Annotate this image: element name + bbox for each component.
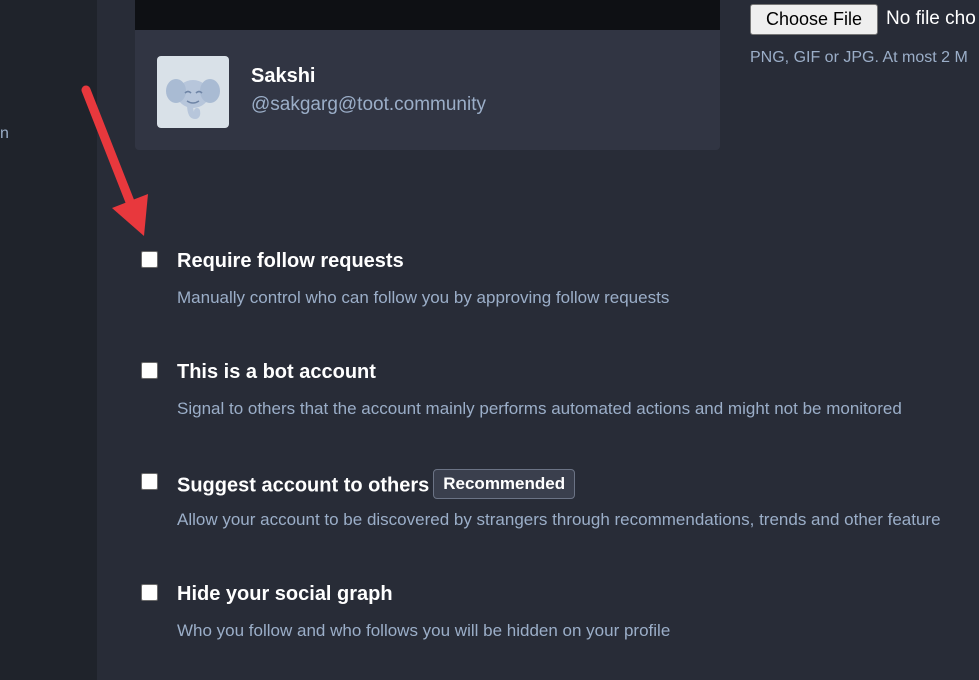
setting-label[interactable]: Suggest account to others: [177, 474, 429, 496]
setting-label[interactable]: This is a bot account: [177, 360, 376, 384]
setting-label[interactable]: Require follow requests: [177, 249, 404, 273]
annotation-arrow-icon: [81, 85, 148, 236]
profile-preview-card: Sakshi @sakgarg@toot.community: [135, 0, 720, 150]
account-handle: @sakgarg@toot.community: [251, 94, 486, 115]
setting-hint: Allow your account to be discovered by s…: [177, 510, 941, 529]
sidebar-item-label[interactable]: n: [0, 124, 9, 144]
display-name: Sakshi: [251, 65, 316, 87]
profile-header-image: [135, 0, 720, 30]
file-status-text: No file cho: [886, 8, 976, 29]
choose-file-button[interactable]: Choose File: [750, 4, 878, 35]
setting-hint: Signal to others that the account mainly…: [177, 399, 902, 418]
avatar: [157, 56, 229, 128]
recommended-badge: Recommended: [433, 469, 576, 499]
setting-label[interactable]: Hide your social graph: [177, 582, 393, 606]
mastodon-elephant-icon: [166, 79, 220, 120]
suggest-account-checkbox[interactable]: [141, 473, 158, 490]
setting-hint: Who you follow and who follows you will …: [177, 621, 671, 640]
file-upload-hint: PNG, GIF or JPG. At most 2 M: [750, 49, 968, 66]
settings-page: n Sakshi @sakgarg@toot.community Choose …: [0, 0, 979, 680]
hide-social-graph-checkbox[interactable]: [141, 584, 158, 601]
require-follow-requests-checkbox[interactable]: [141, 251, 158, 268]
setting-label-row: Suggest account to others Recommended: [177, 469, 576, 501]
setting-hint: Manually control who can follow you by a…: [177, 288, 670, 307]
bot-account-checkbox[interactable]: [141, 362, 158, 379]
